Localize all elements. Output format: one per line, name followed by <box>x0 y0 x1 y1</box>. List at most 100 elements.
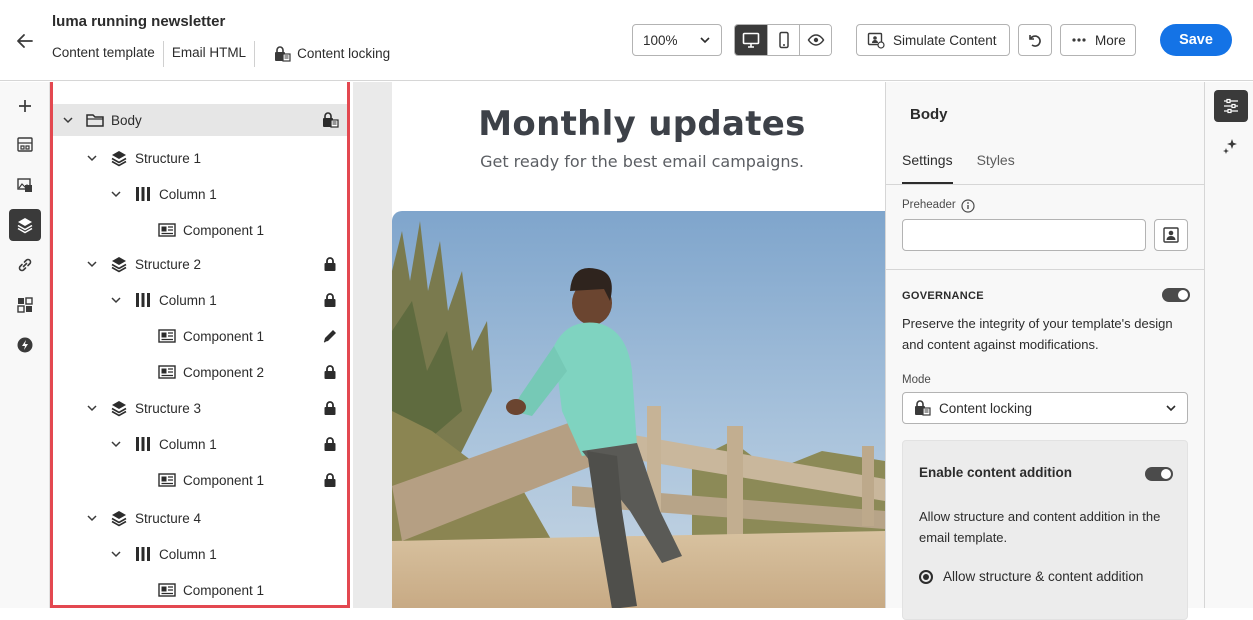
radio-structure-content-addition[interactable]: Allow structure & content addition <box>919 569 1143 584</box>
structures-button[interactable] <box>9 129 41 161</box>
radio-label: Allow structure & content addition <box>943 569 1144 584</box>
layers-button[interactable] <box>9 209 41 241</box>
back-button[interactable] <box>12 28 38 54</box>
tree-row-column[interactable]: Column 1 <box>53 178 347 210</box>
tree-row-label: Column 1 <box>159 436 217 452</box>
eye-icon <box>807 34 824 46</box>
email-subtitle[interactable]: Get ready for the best email campaigns. <box>392 152 885 171</box>
ai-assistant-button[interactable] <box>1214 130 1248 162</box>
layers-tree-panel: Body Structure 1 Column 1 Component 1 Struct… <box>50 82 350 608</box>
fragments-button[interactable] <box>9 289 41 321</box>
governance-toggle[interactable] <box>1162 288 1190 302</box>
lock-icon[interactable] <box>321 399 339 417</box>
dynamic-content-button[interactable] <box>9 329 41 361</box>
zoom-value: 100% <box>643 32 678 48</box>
hero-image[interactable] <box>392 211 885 608</box>
content-addition-box: Enable content addition Allow structure … <box>902 440 1188 620</box>
info-icon[interactable] <box>961 199 975 213</box>
chevron-down-icon[interactable] <box>85 151 99 165</box>
tree-row-column[interactable]: Column 1 <box>53 428 347 460</box>
runner-photo <box>392 211 885 608</box>
component-icon <box>157 580 177 600</box>
columns-icon <box>133 184 153 204</box>
right-tool-rail <box>1205 82 1253 608</box>
tree-row-column[interactable]: Column 1 <box>53 538 347 570</box>
tree-row-column[interactable]: Column 1 <box>53 284 347 316</box>
tree-row-structure[interactable]: Structure 2 <box>53 248 347 280</box>
device-preview-group <box>734 24 832 56</box>
zoom-select[interactable]: 100% <box>632 24 722 56</box>
tab-styles[interactable]: Styles <box>977 152 1015 182</box>
chevron-down-icon[interactable] <box>85 511 99 525</box>
lock-icon[interactable] <box>321 255 339 273</box>
tree-row-body[interactable]: Body <box>53 104 347 136</box>
chevron-down-icon[interactable] <box>109 547 123 561</box>
divider <box>886 184 1204 185</box>
content-lock-icon[interactable] <box>321 111 339 129</box>
ellipsis-icon <box>1072 38 1086 42</box>
email-title[interactable]: Monthly updates <box>392 104 885 144</box>
structures-icon <box>17 137 33 152</box>
subnav-email-html: Email HTML <box>171 45 247 60</box>
mode-select[interactable]: Content locking <box>902 392 1188 424</box>
columns-icon <box>133 434 153 454</box>
tree-row-structure[interactable]: Structure 3 <box>53 392 347 424</box>
simulate-content-button[interactable]: Simulate Content <box>856 24 1010 56</box>
preview-button[interactable] <box>799 25 831 55</box>
mobile-view-button[interactable] <box>767 25 799 55</box>
tree-row-structure[interactable]: Structure 1 <box>53 142 347 174</box>
add-content-button[interactable] <box>9 90 41 122</box>
chevron-down-icon[interactable] <box>109 187 123 201</box>
content-addition-toggle[interactable] <box>1145 467 1173 481</box>
preheader-input[interactable] <box>902 219 1146 251</box>
simulate-icon <box>867 32 885 49</box>
tree-row-component[interactable]: Component 1 <box>53 464 347 496</box>
divider <box>886 269 1204 270</box>
preheader-label: Preheader <box>902 199 956 211</box>
pencil-icon[interactable] <box>321 327 339 345</box>
lock-icon[interactable] <box>321 435 339 453</box>
chevron-down-icon[interactable] <box>61 113 75 127</box>
radio-selected[interactable] <box>919 569 933 584</box>
chevron-down-icon <box>700 37 710 44</box>
left-tool-rail <box>0 82 50 608</box>
desktop-icon <box>742 32 760 48</box>
layers-icon <box>109 254 129 274</box>
tree-row-label: Component 1 <box>183 328 265 344</box>
link-icon <box>18 258 32 272</box>
tree-row-component[interactable]: Component 1 <box>53 574 347 605</box>
chevron-down-icon[interactable] <box>109 293 123 307</box>
tree-row-component[interactable]: Component 1 <box>53 214 347 246</box>
chevron-down-icon[interactable] <box>85 401 99 415</box>
links-button[interactable] <box>9 249 41 281</box>
save-button[interactable]: Save <box>1160 24 1232 56</box>
columns-icon <box>133 544 153 564</box>
layers-icon <box>17 218 33 234</box>
tree-row-structure[interactable]: Structure 4 <box>53 502 347 534</box>
tree-row-component[interactable]: Component 1 <box>53 320 347 352</box>
lock-icon[interactable] <box>321 291 339 309</box>
personalization-button[interactable] <box>1154 219 1188 251</box>
lock-icon[interactable] <box>321 471 339 489</box>
layers-icon <box>109 508 129 528</box>
chevron-down-icon[interactable] <box>109 437 123 451</box>
lightning-icon <box>17 337 33 353</box>
tree-row-component[interactable]: Component 2 <box>53 356 347 388</box>
content-locking-indicator[interactable]: Content locking <box>255 42 398 66</box>
mode-value: Content locking <box>939 400 1033 416</box>
chevron-down-icon[interactable] <box>85 257 99 271</box>
undo-button[interactable] <box>1018 24 1052 56</box>
governance-description: Preserve the integrity of your template'… <box>902 316 1173 352</box>
content-locking-label: Content locking <box>297 46 391 61</box>
properties-toggle-button[interactable] <box>1214 90 1248 122</box>
email-preview[interactable]: Monthly updates Get ready for the best e… <box>392 82 885 608</box>
document-title: luma running newsletter <box>52 13 226 30</box>
assets-button[interactable] <box>9 169 41 201</box>
tab-settings[interactable]: Settings <box>902 152 953 184</box>
more-button[interactable]: More <box>1060 24 1136 56</box>
desktop-view-button[interactable] <box>735 25 767 55</box>
lock-icon[interactable] <box>321 363 339 381</box>
app-header: luma running newsletter Content template… <box>0 0 1253 81</box>
content-addition-title: Enable content addition <box>919 465 1073 480</box>
sparkle-icon <box>1223 139 1237 154</box>
